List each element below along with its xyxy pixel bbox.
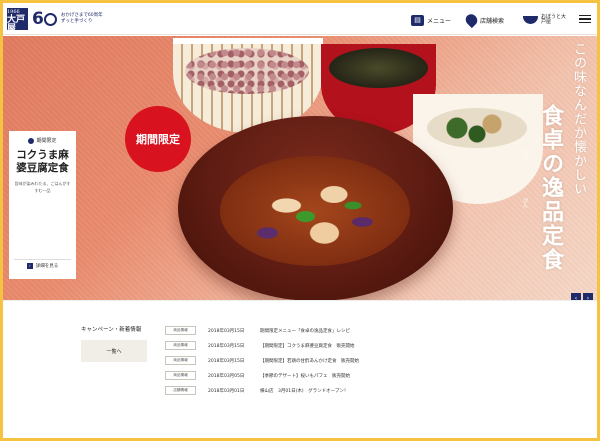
hamburger-line [579, 14, 591, 17]
news-item[interactable]: 商品情報 2018年03月15日 期間限定メニュー「食卓の逸品定食」レシピ [165, 323, 585, 338]
promo-card[interactable]: 期間限定 コクうま麻婆豆腐定食 旨味が染みわたる、ごはんがすすむ一品 › 詳細を… [9, 131, 76, 279]
news-item[interactable]: 店舗情報 2018年03月01日 横山店 3月01日(木) グランドオープン！ [165, 383, 585, 398]
ruby-reading-2: ぴん [522, 198, 528, 208]
soup-image [329, 48, 428, 88]
nav-about[interactable]: おぼうと大戸屋 [523, 12, 573, 28]
anniversary-mark: 6 おかげさまで60周年 ずっと手づくり [32, 9, 103, 29]
hero-tagline-big: 食卓の逸品定食 [538, 104, 564, 272]
promo-tag: 期間限定 [14, 137, 71, 144]
nav-store-search-label: 店舗検索 [480, 17, 505, 25]
news-category: 商品情報 [165, 326, 196, 335]
ruby-reading-1: いっ [522, 149, 528, 159]
hero-slider: 期間限定 期間限定 コクうま麻婆豆腐定食 旨味が染みわたる、ごはんがすすむ一品 … [3, 36, 597, 300]
nav-store-search[interactable]: 店舗検索 [463, 11, 505, 29]
greens-image [427, 108, 527, 148]
news-date: 2018年03月01日 [208, 388, 245, 394]
hamburger-menu-button[interactable] [578, 12, 592, 26]
news-item[interactable]: 商品情報 2018年03月15日 【期間限定】コクうま麻婆豆腐定食 販売開始 [165, 338, 585, 353]
promo-title: コクうま麻婆豆腐定食 [16, 149, 69, 175]
slider-prev-button[interactable]: ‹ [571, 293, 581, 300]
news-title: 横山店 3月01日(木) グランドオープン！ [260, 388, 349, 394]
news-heading: キャンペーン・新着情報 [81, 327, 142, 333]
news-category: 商品情報 [165, 371, 196, 380]
menu-book-icon: ▤ [411, 14, 424, 26]
slider-arrows: ‹ › [571, 293, 593, 300]
news-category: 商品情報 [165, 341, 196, 350]
page-frame: Since 1966 大戸屋 6 おかげさまで60周年 ずっと手づくり ▤ メニ… [3, 3, 597, 438]
hamburger-line [579, 21, 591, 24]
news-category: 商品情報 [165, 356, 196, 365]
news-all-button[interactable]: 一覧へ [81, 340, 147, 362]
anniversary-text: おかげさまで60周年 ずっと手づくり [61, 13, 103, 26]
arrow-right-icon: › [26, 262, 33, 269]
promo-more-link[interactable]: › 詳細を見る [14, 259, 71, 271]
news-title: 期間限定メニュー「食卓の逸品定食」レシピ [260, 328, 350, 334]
promo-description: 旨味が染みわたる、ごはんがすすむ一品 [14, 181, 71, 193]
news-date: 2018年03月15日 [208, 358, 245, 364]
news-section: キャンペーン・新着情報 一覧へ 商品情報 2018年03月15日 期間限定メニュ… [3, 300, 597, 438]
anniversary-number: 6 [32, 9, 57, 29]
brand-logo[interactable]: Since 1966 大戸屋 [7, 3, 28, 33]
nav-about-label: おぼうと大戸屋 [541, 13, 567, 25]
bowl-icon [523, 16, 538, 24]
map-pin-icon [463, 11, 480, 29]
mapo-tofu-image [220, 156, 410, 266]
promo-tag-label: 期間限定 [36, 138, 57, 144]
news-date: 2018年03月15日 [208, 328, 245, 334]
news-date: 2018年03月15日 [208, 343, 245, 349]
news-date: 2018年03月05日 [208, 373, 245, 379]
logo-tagline: Since 1966 [7, 3, 22, 15]
logo-wordmark: 大戸屋 [7, 14, 26, 34]
news-title: 【期間限定】コクうま麻婆豆腐定食 販売開始 [260, 343, 355, 349]
news-title: 【季節のデザート】桜いもパフェ 販売開始 [260, 373, 350, 379]
promo-more-label: 詳細を見る [35, 263, 59, 269]
slider-next-button[interactable]: › [583, 293, 593, 300]
news-item[interactable]: 商品情報 2018年03月05日 【季節のデザート】桜いもパフェ 販売開始 [165, 368, 585, 383]
news-title: 【期間限定】若鶏の甘酢あんかけ定食 販売開始 [260, 358, 359, 364]
anniversary-line-2: ずっと手づくり [60, 19, 93, 24]
anniversary-zero-icon [43, 12, 57, 26]
site-header: Since 1966 大戸屋 6 おかげさまで60周年 ずっと手づくり ▤ メニ… [3, 3, 597, 35]
mapo-tofu-bowl-image [178, 116, 453, 300]
hero-tagline-small: この味なんだか懐かしい [571, 42, 586, 196]
news-category: 店舗情報 [165, 386, 196, 395]
hamburger-line [579, 18, 591, 20]
news-item[interactable]: 商品情報 2018年03月15日 【期間限定】若鶏の甘酢あんかけ定食 販売開始 [165, 353, 585, 368]
bullet-icon [28, 137, 35, 144]
nav-menu[interactable]: ▤ メニュー [411, 12, 451, 28]
news-list: 商品情報 2018年03月15日 期間限定メニュー「食卓の逸品定食」レシピ 商品… [165, 323, 585, 398]
limited-time-badge: 期間限定 [125, 106, 191, 172]
rice-image [185, 48, 309, 94]
nav-menu-label: メニュー [427, 17, 452, 25]
